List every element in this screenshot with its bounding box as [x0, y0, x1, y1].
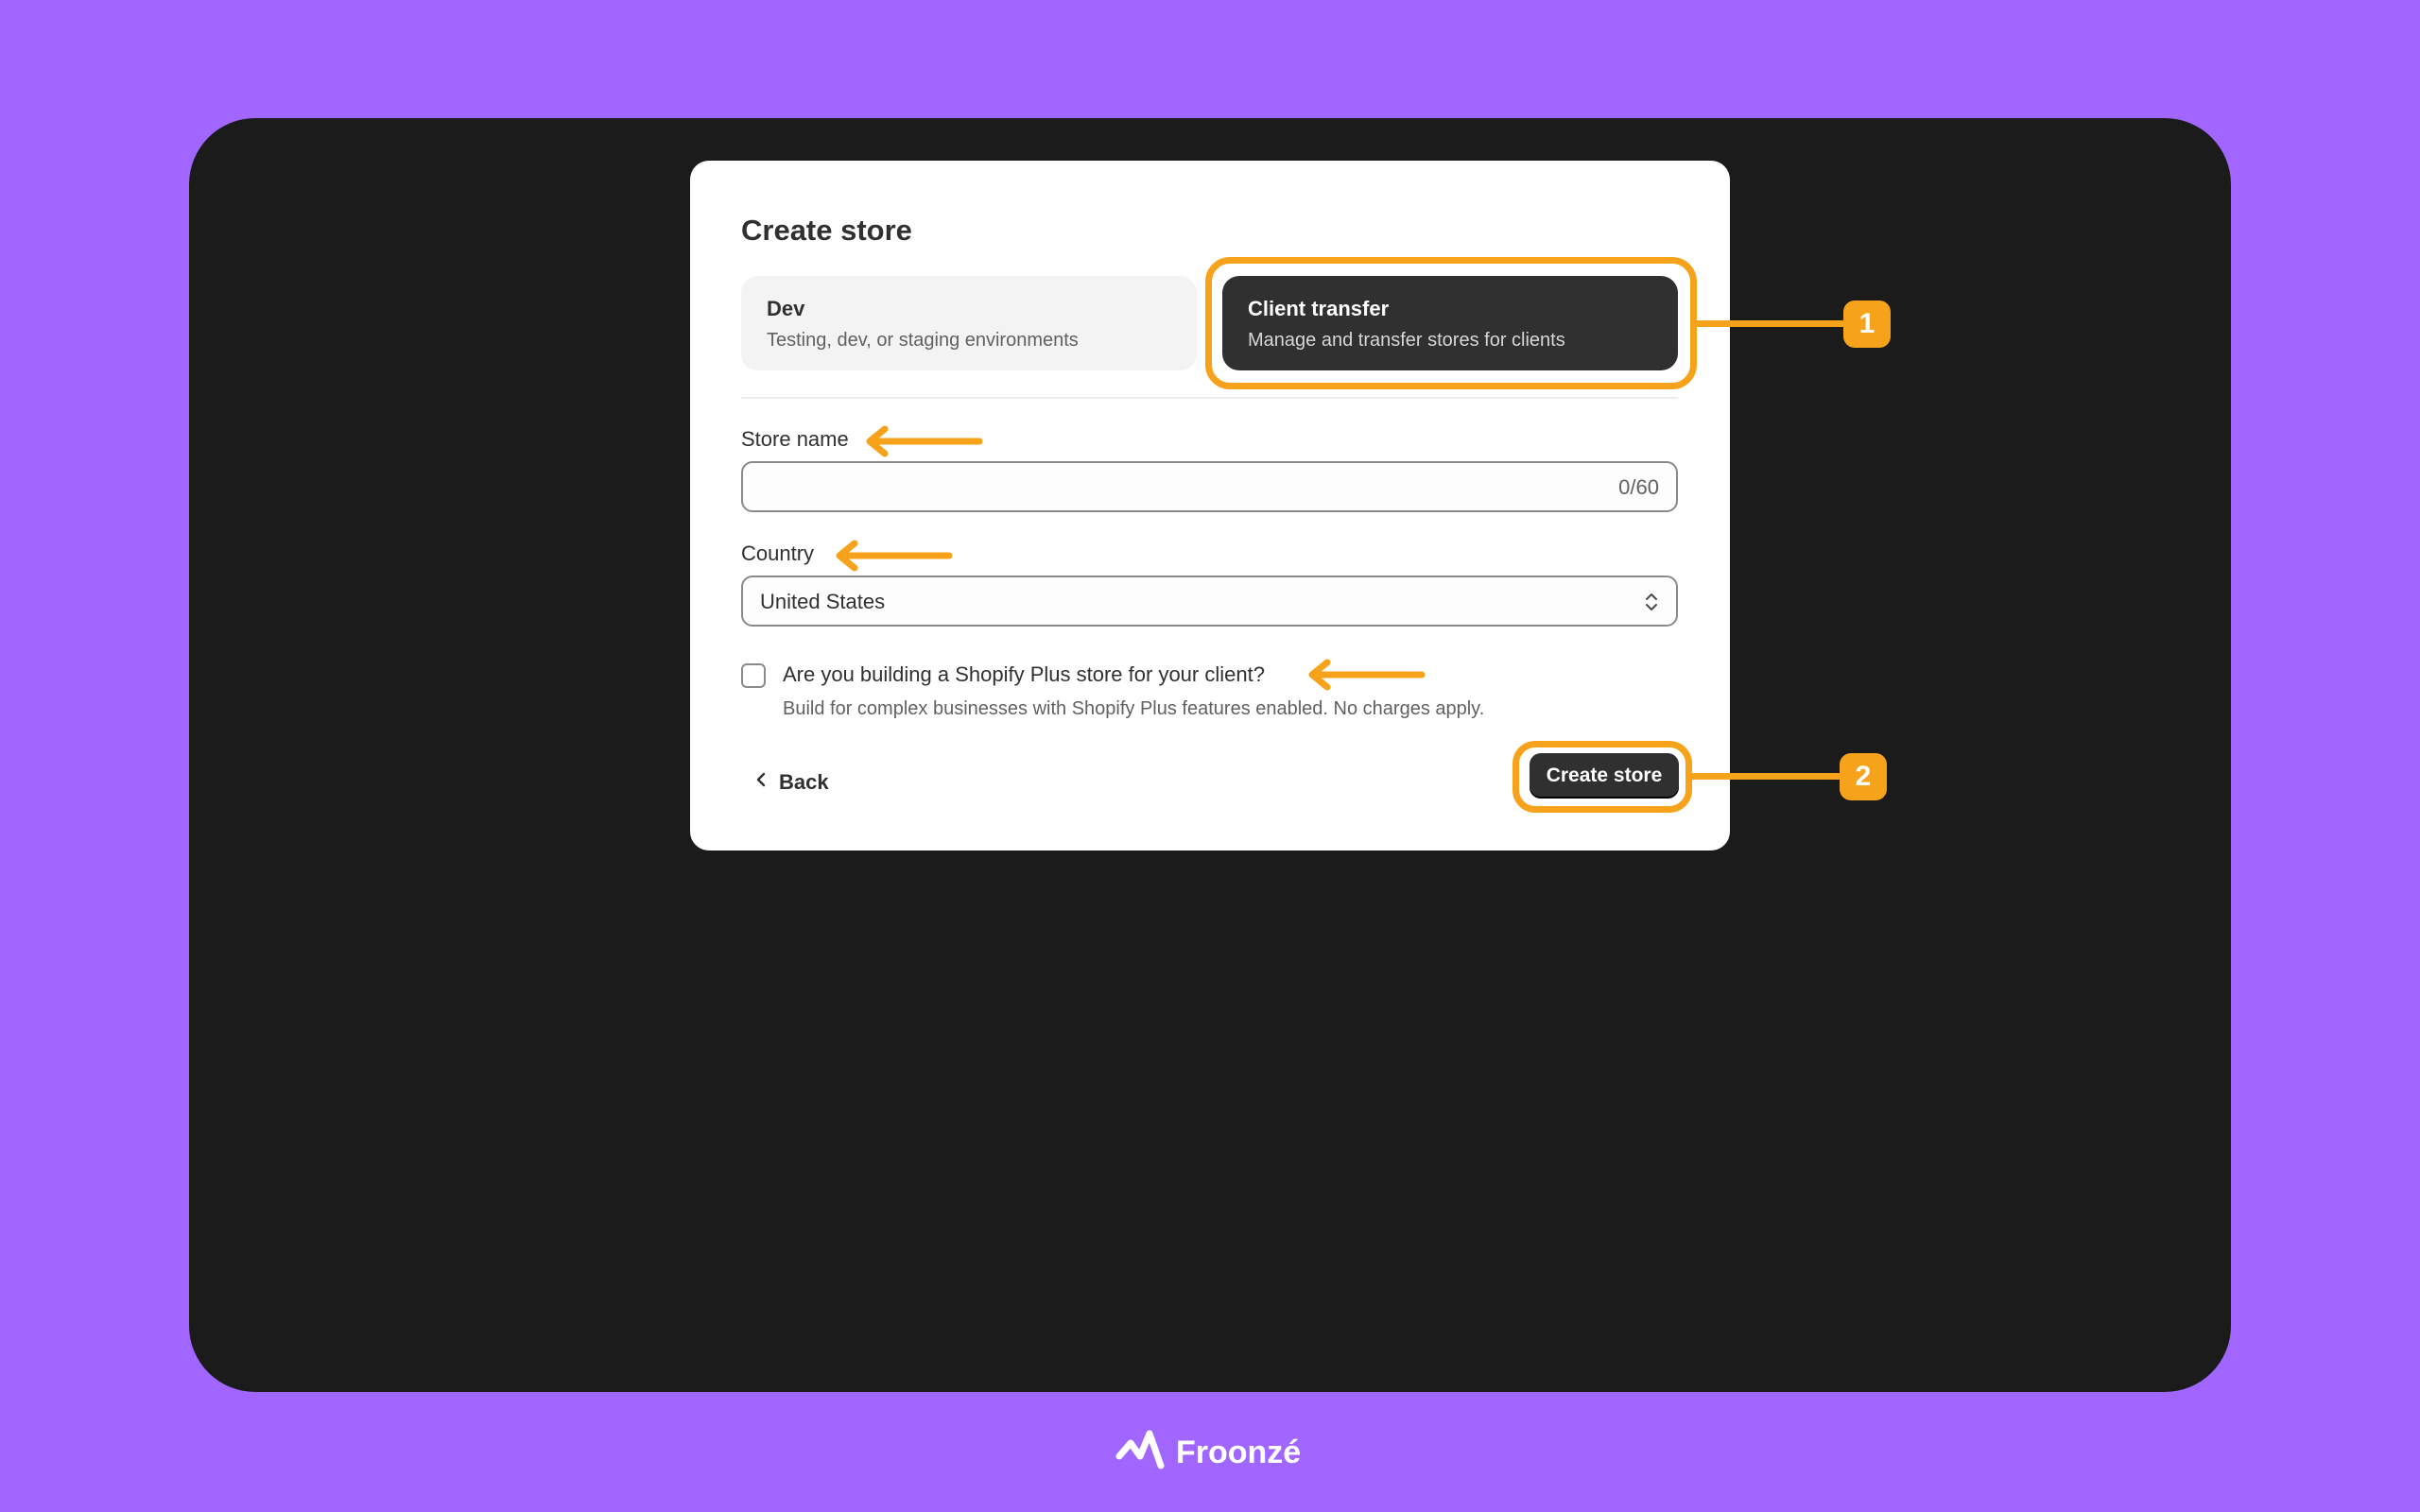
highlight-client-transfer — [1205, 257, 1697, 389]
option-dev-title: Dev — [767, 297, 805, 320]
back-label: Back — [779, 770, 829, 794]
country-label: Country — [741, 541, 815, 565]
shopify-plus-help-text: Build for complex businesses with Shopif… — [783, 698, 1485, 719]
connector-line-2 — [1692, 773, 1841, 780]
shopify-plus-checkbox[interactable] — [741, 663, 766, 688]
brand-logo: Froonzé — [1115, 1429, 1301, 1476]
annotation-badge-2: 2 — [1840, 753, 1887, 800]
country-select[interactable]: United States — [741, 576, 1678, 627]
connector-line-1 — [1697, 320, 1843, 327]
option-dev-description: Testing, dev, or staging environments — [767, 330, 1079, 351]
shopify-plus-checkbox-label[interactable]: Are you building a Shopify Plus store fo… — [783, 662, 1265, 687]
back-button[interactable]: Back — [754, 764, 829, 801]
brand-name: Froonzé — [1176, 1434, 1302, 1470]
arrow-left-icon — [866, 425, 983, 457]
divider — [741, 397, 1678, 399]
chevron-left-icon — [754, 770, 768, 795]
arrow-left-icon — [1308, 659, 1426, 691]
store-name-input[interactable]: 0/60 — [741, 461, 1678, 512]
country-selected-value: United States — [760, 590, 886, 613]
option-dev[interactable]: Dev Testing, dev, or staging environment… — [741, 276, 1197, 370]
arrow-left-icon — [836, 540, 953, 572]
highlight-create-store — [1512, 741, 1692, 813]
store-name-label: Store name — [741, 427, 849, 451]
store-name-counter: 0/60 — [1618, 475, 1659, 499]
select-chevrons-icon — [1642, 589, 1661, 621]
froonze-logo-icon — [1115, 1428, 1165, 1478]
annotation-badge-1: 1 — [1843, 301, 1891, 348]
dialog-title: Create store — [741, 214, 912, 247]
